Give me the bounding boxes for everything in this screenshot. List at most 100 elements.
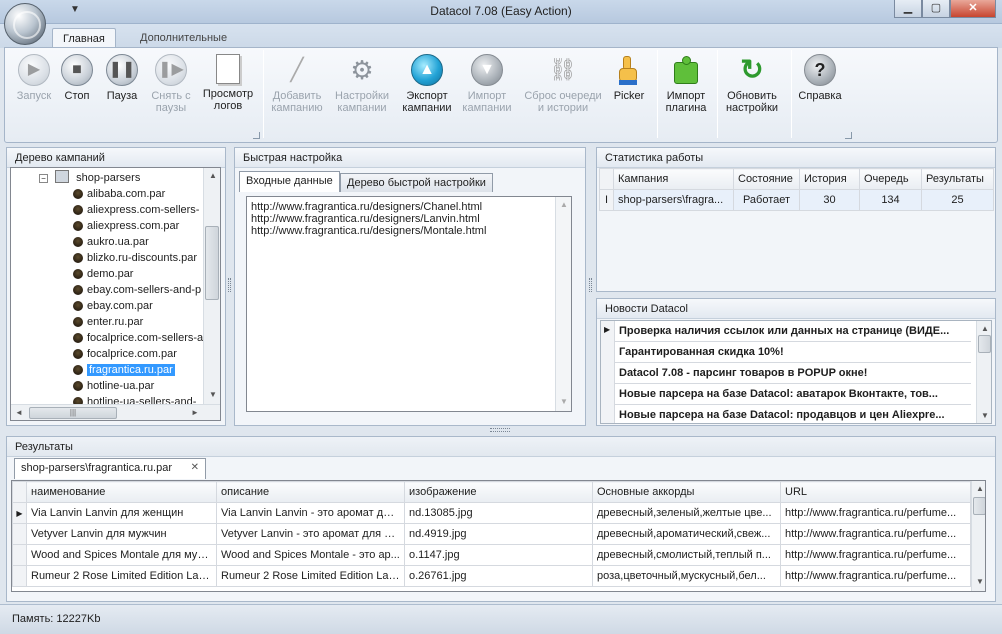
results-scrollbar[interactable]: ▲ ▼	[971, 481, 985, 591]
scroll-up-icon[interactable]: ▲	[981, 324, 989, 333]
tree-item[interactable]: fragrantica.ru.par	[71, 362, 175, 378]
quick-access-dropdown[interactable]: ▼	[70, 4, 80, 15]
close-button[interactable]: ✕	[950, 0, 996, 18]
pause-label: Пауза	[106, 90, 138, 102]
row-indicator	[12, 544, 27, 566]
table-row[interactable]: Vetyver Lanvin для мужчин Vetyver Lanvin …	[12, 523, 971, 545]
unpause-button[interactable]: ❚▶ Снять с паузы	[145, 54, 197, 114]
spider-icon	[73, 237, 83, 247]
tree-item[interactable]: demo.par	[71, 266, 133, 282]
column-header[interactable]: Кампания	[613, 168, 734, 190]
results-tab[interactable]: shop-parsers\fragrantica.ru.par ✕	[14, 458, 206, 479]
vertical-splitter-grip[interactable]	[589, 278, 592, 292]
tree-item[interactable]: aliexpress.com.par	[71, 218, 179, 234]
column-header[interactable]: Очередь	[859, 168, 922, 190]
table-row[interactable]: Rumeur 2 Rose Limited Edition Lanv... Rum…	[12, 565, 971, 587]
pause-button[interactable]: ❚❚ Пауза	[101, 54, 143, 102]
tree-root[interactable]: − shop-parsers	[39, 170, 140, 186]
tree-item-label: enter.ru.par	[87, 316, 144, 328]
tree-item[interactable]: ebay.com-sellers-and-p	[71, 282, 201, 298]
scroll-down-icon[interactable]: ▼	[976, 577, 984, 586]
export-campaign-button[interactable]: ▲ Экспорт кампании	[399, 54, 455, 114]
news-scrollbar[interactable]: ▲ ▼	[976, 321, 991, 423]
tree-vertical-scrollbar[interactable]: ▲ ▼	[203, 168, 220, 404]
column-header[interactable]: URL	[780, 481, 971, 503]
news-item[interactable]: Новые парсера на базе Datacol: аватарок …	[615, 384, 971, 405]
import-plugin-button[interactable]: Импорт плагина	[661, 54, 711, 114]
scroll-down-icon[interactable]: ▼	[560, 397, 568, 406]
tree-item[interactable]: alibaba.com.par	[71, 186, 165, 202]
spider-icon	[73, 317, 83, 327]
horizontal-splitter-grip[interactable]	[490, 428, 510, 432]
scroll-thumb[interactable]: |||	[29, 407, 117, 419]
tree-item[interactable]: hotline-ua.par	[71, 378, 154, 394]
group-launcher-icon[interactable]	[845, 132, 852, 139]
spider-icon	[73, 301, 83, 311]
close-tab-icon[interactable]: ✕	[191, 459, 199, 477]
tree-item[interactable]: enter.ru.par	[71, 314, 143, 330]
column-header[interactable]: Состояние	[733, 168, 800, 190]
group-launcher-icon[interactable]	[253, 132, 260, 139]
collapse-icon[interactable]: −	[39, 174, 48, 183]
input-urls-textarea[interactable]: http://www.fragrantica.ru/designers/Chan…	[246, 196, 572, 412]
start-button[interactable]: ▶ Запуск	[9, 54, 59, 102]
row-indicator	[12, 523, 27, 545]
news-item[interactable]: Проверка наличия ссылок или данных на ст…	[615, 321, 971, 342]
table-row[interactable]: ▶ Via Lanvin Lanvin для женщин Via Lanvin …	[12, 502, 971, 524]
add-campaign-button[interactable]: ╱ Добавить кампанию	[267, 54, 327, 115]
column-header[interactable]: описание	[216, 481, 405, 503]
news-item[interactable]: Новые парсера на базе Datacol: продавцов…	[615, 405, 971, 423]
import-campaign-button[interactable]: ▼ Импорт кампании	[459, 54, 515, 114]
play-icon: ▶	[18, 54, 50, 86]
tree-item[interactable]: blizko.ru-discounts.par	[71, 250, 197, 266]
scroll-left-icon[interactable]: ◄	[15, 408, 23, 417]
tree-item[interactable]: focalprice.com.par	[71, 346, 177, 362]
table-row[interactable]: Wood and Spices Montale для муж... Wood a…	[12, 544, 971, 566]
tab-additional[interactable]: Дополнительные	[130, 28, 237, 48]
news-item[interactable]: Гарантированная скидка 10%!	[615, 342, 971, 363]
magic-wand-icon: ╱	[290, 57, 304, 82]
campaign-settings-label-2: кампании	[337, 102, 387, 114]
column-header[interactable]: Основные аккорды	[592, 481, 781, 503]
scroll-up-icon[interactable]: ▲	[209, 171, 217, 180]
scroll-thumb[interactable]	[978, 335, 991, 353]
tree-item-label: aukro.ua.par	[87, 236, 149, 248]
help-button[interactable]: ? Справка	[795, 54, 845, 102]
column-header[interactable]: История	[799, 168, 860, 190]
reset-queue-button[interactable]: ⛓ Сброс очереди и истории	[521, 54, 605, 115]
table-row[interactable]: I shop-parsers\fragra... Работает 30 134…	[599, 189, 994, 211]
gear-icon: ⚙	[350, 55, 374, 85]
update-settings-button[interactable]: ↻ Обновить настройки	[721, 54, 783, 115]
view-logs-button[interactable]: Просмотр логов	[199, 54, 257, 112]
tab-quick-setup-tree[interactable]: Дерево быстрой настройки	[340, 173, 493, 192]
vertical-splitter-grip[interactable]	[228, 278, 231, 292]
picker-button[interactable]: Picker	[609, 54, 649, 102]
spider-icon	[73, 253, 83, 263]
column-header[interactable]: наименование	[26, 481, 217, 503]
tree-item[interactable]: aliexpress.com-sellers-	[71, 202, 199, 218]
app-menu-orb-icon[interactable]	[4, 3, 46, 45]
stop-button[interactable]: ■ Стоп	[57, 54, 97, 102]
scroll-up-icon[interactable]: ▲	[560, 200, 568, 209]
scroll-right-icon[interactable]: ►	[191, 408, 199, 417]
row-indicator: I	[599, 189, 614, 211]
scroll-down-icon[interactable]: ▼	[209, 390, 217, 399]
scroll-thumb[interactable]	[205, 226, 219, 300]
column-header[interactable]: Результаты	[921, 168, 994, 190]
tree-item[interactable]: focalprice.com-sellers-a	[71, 330, 203, 346]
tree-item[interactable]: aukro.ua.par	[71, 234, 149, 250]
tree-item[interactable]: ebay.com.par	[71, 298, 153, 314]
scroll-down-icon[interactable]: ▼	[981, 411, 989, 420]
maximize-button[interactable]: ▢	[922, 0, 950, 18]
scroll-thumb[interactable]	[973, 497, 985, 515]
textarea-scrollbar[interactable]: ▲ ▼	[555, 197, 571, 411]
news-item[interactable]: Datacol 7.08 - парсинг товаров в POPUP о…	[615, 363, 971, 384]
folder-icon	[55, 170, 70, 183]
tree-horizontal-scrollbar[interactable]: ◄ ||| ►	[11, 404, 220, 420]
campaign-settings-button[interactable]: ⚙ Настройки кампании	[331, 54, 393, 114]
minimize-button[interactable]: ▁	[894, 0, 922, 18]
column-header[interactable]: изображение	[404, 481, 593, 503]
scroll-up-icon[interactable]: ▲	[976, 484, 984, 493]
tab-input-data[interactable]: Входные данные	[239, 171, 340, 192]
tab-main[interactable]: Главная	[52, 28, 116, 48]
